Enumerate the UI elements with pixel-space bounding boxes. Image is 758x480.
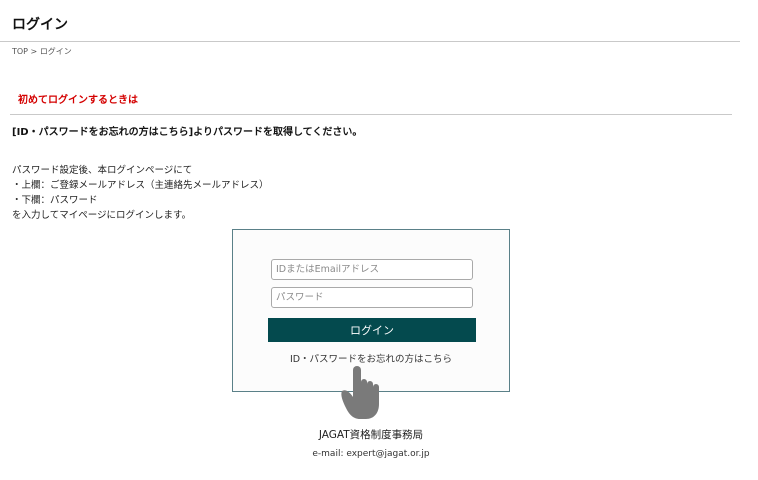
description-line: パスワード設定後、本ログインページにて [12,165,193,176]
breadcrumb: TOP > ログイン [12,46,72,57]
page-title: ログイン [12,17,68,33]
login-button[interactable]: ログイン [268,318,476,342]
description-line: ・上欄：ご登録メールアドレス（主連絡先メールアドレス） [12,180,269,191]
forgot-password-link[interactable]: ID・パスワードをお忘れの方はこちら [233,351,509,365]
password-input[interactable] [271,287,473,308]
id-email-input[interactable] [271,259,473,280]
description-line: ・下欄：パスワード [12,195,98,206]
login-description: パスワード設定後、本ログインページにて ・上欄：ご登録メールアドレス（主連絡先メ… [12,163,269,223]
contact-email: e-mail: expert@jagat.or.jp [312,449,430,459]
breadcrumb-top-link[interactable]: TOP [12,47,28,56]
password-instruction: [ID・パスワードをお忘れの方はこちら]よりパスワードを取得してください。 [12,127,363,138]
description-line: を入力してマイページにログインします。 [12,210,192,221]
breadcrumb-current: ログイン [39,47,72,56]
first-login-heading: 初めてログインするときは [18,95,138,106]
organization-name: JAGAT資格制度事務局 [318,429,424,441]
notice-divider [10,114,732,115]
title-divider [0,41,740,42]
pointing-hand-icon [341,366,379,419]
breadcrumb-separator: > [28,47,40,56]
